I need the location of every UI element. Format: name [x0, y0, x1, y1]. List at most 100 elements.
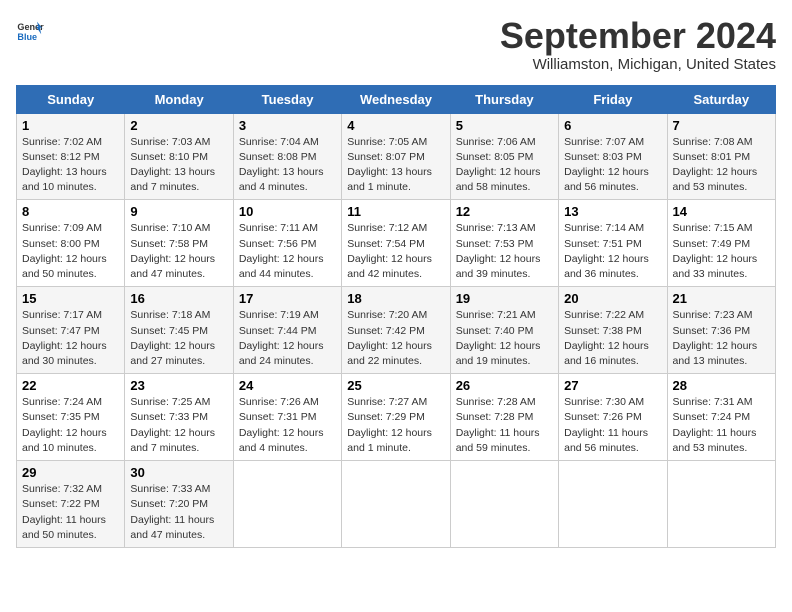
calendar-cell: 19Sunrise: 7:21 AMSunset: 7:40 PMDayligh…	[450, 287, 558, 374]
calendar-cell: 5 Sunrise: 7:06 AMSunset: 8:05 PMDaylight…	[450, 113, 558, 200]
day-info: Sunrise: 7:18 AMSunset: 7:45 PMDaylight:…	[130, 308, 227, 369]
day-number: 12	[456, 204, 553, 219]
svg-text:Blue: Blue	[17, 32, 37, 42]
day-info: Sunrise: 7:02 AMSunset: 8:12 PMDaylight:…	[22, 135, 119, 196]
day-number: 25	[347, 378, 444, 393]
day-info: Sunrise: 7:26 AMSunset: 7:31 PMDaylight:…	[239, 395, 336, 456]
day-info: Sunrise: 7:05 AMSunset: 8:07 PMDaylight:…	[347, 135, 444, 196]
calendar-cell: 30Sunrise: 7:33 AMSunset: 7:20 PMDayligh…	[125, 461, 233, 548]
calendar-table: Sunday Monday Tuesday Wednesday Thursday…	[16, 85, 776, 548]
day-info: Sunrise: 7:30 AMSunset: 7:26 PMDaylight:…	[564, 395, 661, 456]
day-number: 10	[239, 204, 336, 219]
day-info: Sunrise: 7:21 AMSunset: 7:40 PMDaylight:…	[456, 308, 553, 369]
calendar-cell: 23Sunrise: 7:25 AMSunset: 7:33 PMDayligh…	[125, 374, 233, 461]
calendar-cell: 6 Sunrise: 7:07 AMSunset: 8:03 PMDaylight…	[559, 113, 667, 200]
day-info: Sunrise: 7:17 AMSunset: 7:47 PMDaylight:…	[22, 308, 119, 369]
calendar-cell: 4 Sunrise: 7:05 AMSunset: 8:07 PMDaylight…	[342, 113, 450, 200]
page-header: General Blue September 2024 Williamston,…	[16, 16, 776, 73]
calendar-title: September 2024	[500, 16, 776, 56]
calendar-cell: 7Sunrise: 7:08 AMSunset: 8:01 PMDaylight…	[667, 113, 775, 200]
header-friday: Friday	[559, 85, 667, 113]
day-number: 1	[22, 118, 119, 133]
calendar-cell: 16Sunrise: 7:18 AMSunset: 7:45 PMDayligh…	[125, 287, 233, 374]
header-sunday: Sunday	[17, 85, 125, 113]
title-block: September 2024 Williamston, Michigan, Un…	[500, 16, 776, 73]
calendar-week-2: 8 Sunrise: 7:09 AMSunset: 8:00 PMDaylight…	[17, 200, 776, 287]
calendar-body: 1 Sunrise: 7:02 AMSunset: 8:12 PMDaylight…	[17, 113, 776, 547]
day-info: Sunrise: 7:27 AMSunset: 7:29 PMDaylight:…	[347, 395, 444, 456]
calendar-cell: 11 Sunrise: 7:12 AMSunset: 7:54 PMDayligh…	[342, 200, 450, 287]
day-info: Sunrise: 7:04 AMSunset: 8:08 PMDaylight:…	[239, 135, 336, 196]
calendar-cell: 25 Sunrise: 7:27 AMSunset: 7:29 PMDayligh…	[342, 374, 450, 461]
day-number: 27	[564, 378, 661, 393]
calendar-cell	[342, 461, 450, 548]
calendar-cell: 20Sunrise: 7:22 AMSunset: 7:38 PMDayligh…	[559, 287, 667, 374]
day-number: 14	[673, 204, 770, 219]
day-info: Sunrise: 7:32 AMSunset: 7:22 PMDaylight:…	[22, 482, 119, 543]
day-info: Sunrise: 7:09 AMSunset: 8:00 PMDaylight:…	[22, 221, 119, 282]
day-number: 23	[130, 378, 227, 393]
calendar-week-4: 22 Sunrise: 7:24 AMSunset: 7:35 PMDayligh…	[17, 374, 776, 461]
header-thursday: Thursday	[450, 85, 558, 113]
calendar-cell: 21 Sunrise: 7:23 AMSunset: 7:36 PMDayligh…	[667, 287, 775, 374]
calendar-cell: 14 Sunrise: 7:15 AMSunset: 7:49 PMDayligh…	[667, 200, 775, 287]
day-number: 3	[239, 118, 336, 133]
calendar-cell: 22 Sunrise: 7:24 AMSunset: 7:35 PMDayligh…	[17, 374, 125, 461]
header-wednesday: Wednesday	[342, 85, 450, 113]
day-number: 8	[22, 204, 119, 219]
calendar-cell: 24 Sunrise: 7:26 AMSunset: 7:31 PMDayligh…	[233, 374, 341, 461]
day-info: Sunrise: 7:33 AMSunset: 7:20 PMDaylight:…	[130, 482, 227, 543]
calendar-cell: 8 Sunrise: 7:09 AMSunset: 8:00 PMDaylight…	[17, 200, 125, 287]
calendar-cell	[450, 461, 558, 548]
day-info: Sunrise: 7:14 AMSunset: 7:51 PMDaylight:…	[564, 221, 661, 282]
day-number: 7	[673, 118, 770, 133]
day-number: 18	[347, 291, 444, 306]
day-number: 21	[673, 291, 770, 306]
day-number: 13	[564, 204, 661, 219]
day-number: 5	[456, 118, 553, 133]
day-number: 24	[239, 378, 336, 393]
calendar-cell	[559, 461, 667, 548]
calendar-week-1: 1 Sunrise: 7:02 AMSunset: 8:12 PMDaylight…	[17, 113, 776, 200]
day-number: 6	[564, 118, 661, 133]
day-number: 4	[347, 118, 444, 133]
logo: General Blue	[16, 16, 44, 44]
day-info: Sunrise: 7:22 AMSunset: 7:38 PMDaylight:…	[564, 308, 661, 369]
day-info: Sunrise: 7:23 AMSunset: 7:36 PMDaylight:…	[673, 308, 770, 369]
header-row: Sunday Monday Tuesday Wednesday Thursday…	[17, 85, 776, 113]
logo-icon: General Blue	[16, 16, 44, 44]
calendar-week-5: 29 Sunrise: 7:32 AMSunset: 7:22 PMDayligh…	[17, 461, 776, 548]
calendar-cell: 1 Sunrise: 7:02 AMSunset: 8:12 PMDaylight…	[17, 113, 125, 200]
calendar-cell: 15Sunrise: 7:17 AMSunset: 7:47 PMDayligh…	[17, 287, 125, 374]
calendar-cell	[233, 461, 341, 548]
day-info: Sunrise: 7:31 AMSunset: 7:24 PMDaylight:…	[673, 395, 770, 456]
day-number: 11	[347, 204, 444, 219]
calendar-header: Sunday Monday Tuesday Wednesday Thursday…	[17, 85, 776, 113]
day-number: 22	[22, 378, 119, 393]
calendar-cell: 13 Sunrise: 7:14 AMSunset: 7:51 PMDayligh…	[559, 200, 667, 287]
calendar-cell: 2Sunrise: 7:03 AMSunset: 8:10 PMDaylight…	[125, 113, 233, 200]
day-info: Sunrise: 7:19 AMSunset: 7:44 PMDaylight:…	[239, 308, 336, 369]
day-info: Sunrise: 7:20 AMSunset: 7:42 PMDaylight:…	[347, 308, 444, 369]
calendar-cell: 12Sunrise: 7:13 AMSunset: 7:53 PMDayligh…	[450, 200, 558, 287]
header-monday: Monday	[125, 85, 233, 113]
calendar-cell: 28Sunrise: 7:31 AMSunset: 7:24 PMDayligh…	[667, 374, 775, 461]
calendar-cell: 26Sunrise: 7:28 AMSunset: 7:28 PMDayligh…	[450, 374, 558, 461]
header-saturday: Saturday	[667, 85, 775, 113]
calendar-cell: 18 Sunrise: 7:20 AMSunset: 7:42 PMDayligh…	[342, 287, 450, 374]
calendar-week-3: 15Sunrise: 7:17 AMSunset: 7:47 PMDayligh…	[17, 287, 776, 374]
calendar-cell: 10Sunrise: 7:11 AMSunset: 7:56 PMDayligh…	[233, 200, 341, 287]
calendar-subtitle: Williamston, Michigan, United States	[500, 56, 776, 73]
calendar-cell: 9 Sunrise: 7:10 AMSunset: 7:58 PMDaylight…	[125, 200, 233, 287]
day-info: Sunrise: 7:06 AMSunset: 8:05 PMDaylight:…	[456, 135, 553, 196]
day-info: Sunrise: 7:15 AMSunset: 7:49 PMDaylight:…	[673, 221, 770, 282]
day-info: Sunrise: 7:24 AMSunset: 7:35 PMDaylight:…	[22, 395, 119, 456]
day-info: Sunrise: 7:07 AMSunset: 8:03 PMDaylight:…	[564, 135, 661, 196]
calendar-cell	[667, 461, 775, 548]
day-info: Sunrise: 7:10 AMSunset: 7:58 PMDaylight:…	[130, 221, 227, 282]
day-number: 17	[239, 291, 336, 306]
day-info: Sunrise: 7:12 AMSunset: 7:54 PMDaylight:…	[347, 221, 444, 282]
day-number: 2	[130, 118, 227, 133]
day-number: 9	[130, 204, 227, 219]
day-number: 29	[22, 465, 119, 480]
